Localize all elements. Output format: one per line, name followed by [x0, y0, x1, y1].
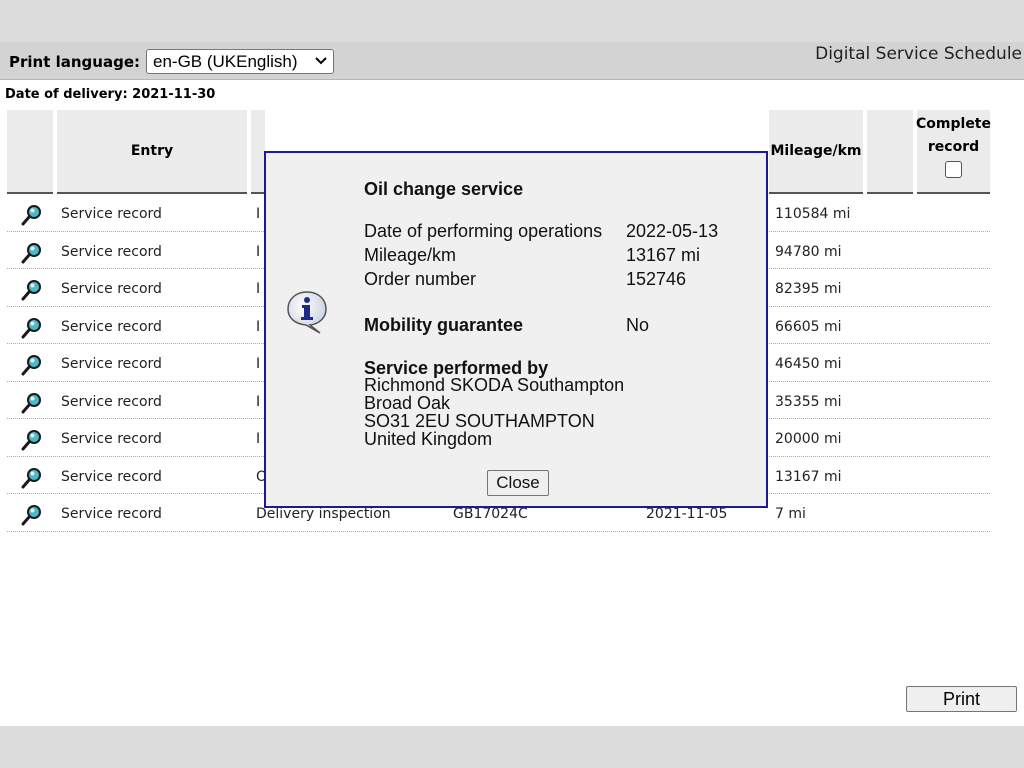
entry-cell: Service record [61, 281, 162, 297]
print-language-select[interactable]: en-GB (UKEnglish) [146, 49, 334, 74]
header-service [251, 110, 265, 194]
mileage-cell: 35355 mi [775, 393, 842, 410]
mileage-cell: 94780 mi [775, 243, 842, 260]
header-complete-line1: Complete [916, 116, 991, 132]
magnifier-icon[interactable] [20, 353, 44, 377]
complete-record-checkbox[interactable] [945, 161, 962, 178]
page-body: Print language: en-GB (UKEnglish) Digita… [0, 42, 1024, 726]
entry-cell: Service record [61, 206, 162, 222]
header-mileage: Mileage/km [769, 110, 863, 194]
mileage-cell: 110584 mi [775, 206, 851, 222]
entry-cell: Service record [61, 431, 162, 447]
print-language-label: Print language: [9, 53, 140, 71]
header-extra [867, 110, 913, 194]
order-label: Order number [364, 269, 477, 289]
header-complete-record: Complete record [916, 110, 991, 194]
mileage-label: Mileage/km [364, 245, 457, 265]
chevron-down-icon [315, 56, 327, 68]
service-cell: I [256, 393, 261, 410]
header-entry: Entry [57, 110, 247, 194]
entry-cell: Service record [61, 243, 162, 260]
magnifier-icon[interactable] [20, 203, 44, 227]
entry-cell: Service record [61, 318, 162, 335]
date-value: 2022-05-13 [626, 221, 719, 241]
delivery-date: Date of delivery: 2021-11-30 [5, 87, 216, 102]
service-cell: I [256, 243, 261, 260]
entry-cell: Service record [61, 393, 162, 410]
print-language-value: en-GB (UKEnglish) [153, 51, 298, 71]
mileage-cell: 66605 mi [775, 318, 842, 335]
mileage-cell: 46450 mi [775, 356, 842, 372]
app-title: Digital Service Schedule [815, 44, 1022, 64]
service-details-dialog: Oil change service Date of performing op… [264, 151, 768, 508]
service-cell: I [256, 206, 261, 222]
service-cell: I [256, 281, 261, 297]
service-cell: I [256, 318, 261, 335]
dialog-title: Oil change service [364, 179, 524, 199]
order-value: 152746 [626, 269, 687, 289]
mileage-value: 13167 mi [626, 245, 701, 265]
date-cell: 2021-11-05 [646, 506, 728, 522]
service-cell: I [256, 431, 261, 447]
date-label: Date of performing operations [364, 221, 603, 241]
header-complete-line2: record [927, 139, 980, 155]
magnifier-icon[interactable] [20, 241, 44, 265]
entry-cell: Service record [61, 506, 162, 522]
magnifier-icon[interactable] [20, 428, 44, 452]
service-cell: Delivery inspection [256, 506, 391, 522]
info-icon [284, 289, 330, 335]
header-icon-column [7, 110, 53, 194]
magnifier-icon[interactable] [20, 391, 44, 415]
entry-cell: Service record [61, 356, 162, 372]
entry-cell: Service record [61, 468, 162, 485]
close-button[interactable]: Close [487, 470, 549, 496]
mileage-cell: 20000 mi [775, 431, 842, 447]
print-button[interactable]: Print [906, 686, 1017, 712]
top-bar: Print language: en-GB (UKEnglish) Digita… [0, 42, 1024, 80]
magnifier-icon[interactable] [20, 466, 44, 490]
mileage-cell: 82395 mi [775, 281, 842, 297]
mobility-label: Mobility guarantee [364, 315, 524, 335]
magnifier-icon[interactable] [20, 316, 44, 340]
mileage-cell: 7 mi [775, 506, 806, 522]
address-line-4: United Kingdom [364, 429, 493, 449]
magnifier-icon[interactable] [20, 503, 44, 527]
mileage-cell: 13167 mi [775, 468, 842, 485]
magnifier-icon[interactable] [20, 278, 44, 302]
service-cell: I [256, 356, 261, 372]
order-number-cell: GB17024C [453, 506, 528, 522]
mobility-value: No [626, 315, 650, 335]
